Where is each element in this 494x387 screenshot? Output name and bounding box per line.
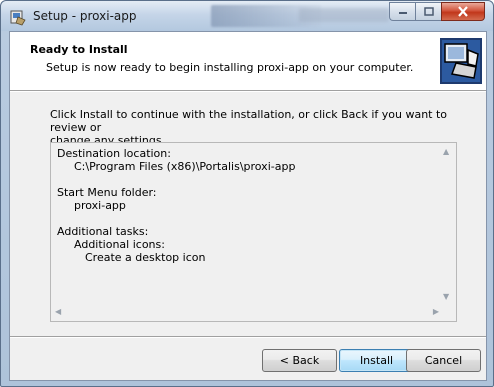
start-menu-label: Start Menu folder: [57, 186, 157, 199]
back-button[interactable]: < Back [262, 349, 337, 372]
page-subtitle: Setup is now ready to begin installing p… [46, 61, 414, 74]
background-window-blur [299, 8, 389, 22]
horizontal-scrollbar[interactable]: ◀ ▶ [53, 305, 441, 319]
scroll-left-icon[interactable]: ◀ [55, 307, 61, 316]
window-title: Setup - proxi-app [33, 9, 137, 23]
destination-label: Destination location: [57, 147, 171, 160]
summary-memo[interactable]: Destination location: C:\Program Files (… [50, 142, 457, 322]
install-button[interactable]: Install [339, 349, 414, 372]
wizard-page: Ready to Install Setup is now ready to b… [9, 31, 487, 381]
minimize-icon [398, 11, 407, 14]
summary-text: Destination location: C:\Program Files (… [57, 147, 295, 264]
window-controls [389, 2, 485, 21]
computer-box-icon [438, 36, 484, 86]
header-separator [10, 90, 486, 92]
cancel-button[interactable]: Cancel [406, 349, 481, 372]
tasks-label: Additional tasks: [57, 225, 149, 238]
close-button[interactable] [441, 2, 485, 21]
start-menu-value: proxi-app [74, 199, 126, 212]
scroll-down-icon[interactable]: ▼ [443, 292, 449, 301]
instructions-line: Click Install to continue with the insta… [50, 108, 448, 134]
scroll-up-icon[interactable]: ▲ [443, 147, 449, 156]
vertical-scrollbar[interactable]: ▲ ▼ [440, 145, 454, 303]
maximize-icon [423, 7, 434, 16]
wizard-header: Ready to Install Setup is now ready to b… [10, 32, 486, 90]
minimize-button[interactable] [389, 2, 415, 21]
setup-window: Setup - proxi-app Ready to Install Setup… [0, 0, 494, 387]
close-icon [458, 6, 468, 17]
page-title: Ready to Install [30, 43, 128, 56]
maximize-button[interactable] [415, 2, 441, 21]
tasks-group: Additional icons: [74, 238, 165, 251]
setup-icon [9, 8, 27, 26]
destination-value: C:\Program Files (x86)\Portalis\proxi-ap… [74, 160, 296, 173]
scroll-right-icon[interactable]: ▶ [433, 307, 439, 316]
tasks-item: Create a desktop icon [85, 251, 206, 264]
title-bar[interactable]: Setup - proxi-app [1, 1, 493, 31]
footer-separator [10, 336, 486, 338]
